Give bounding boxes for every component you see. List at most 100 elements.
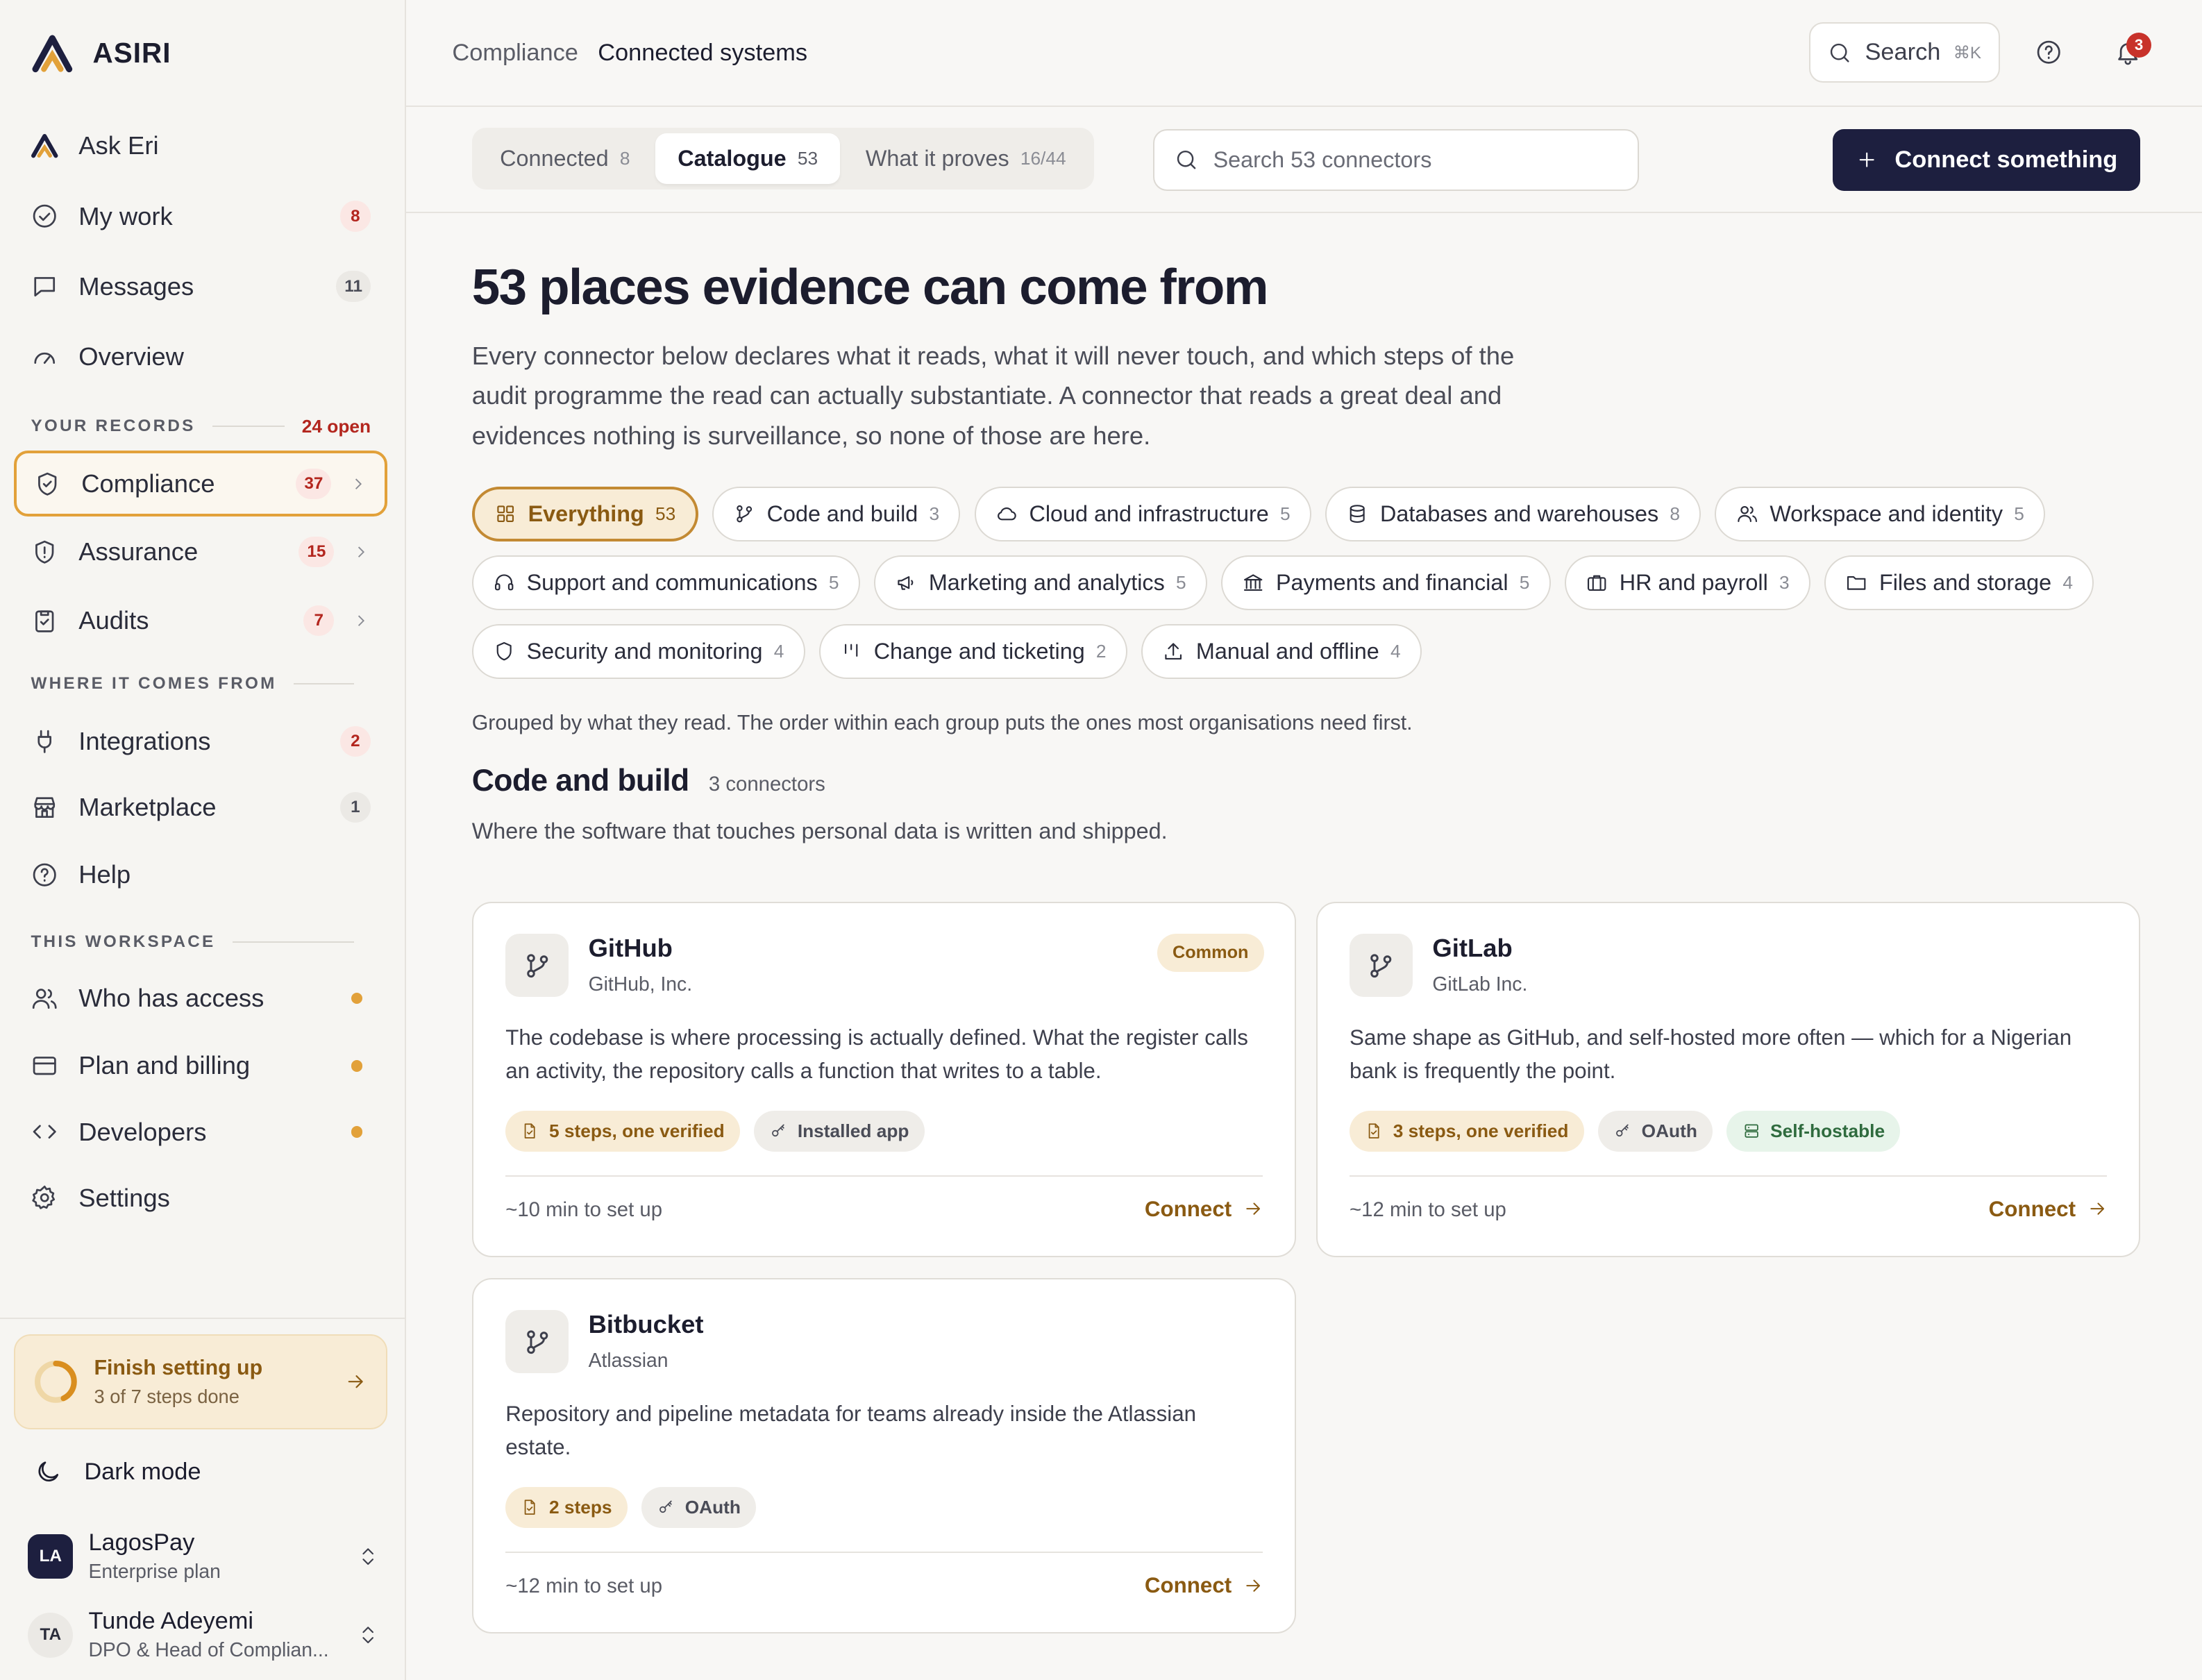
org-plan: Enterprise plan — [88, 1561, 221, 1584]
setup-time: ~12 min to set up — [1350, 1198, 1506, 1221]
app-root: ASIRI Ask Eri My work 8 Messages 11 Over… — [0, 0, 2202, 1680]
tab-count: 8 — [619, 148, 630, 169]
connector-description: Same shape as GitHub, and self-hosted mo… — [1350, 1025, 2072, 1084]
sidebar-item-label: Help — [78, 860, 131, 889]
tab-connected[interactable]: Connected 8 — [478, 133, 653, 184]
arrow-right-icon — [1246, 1202, 1261, 1216]
connector-tag: OAuth — [641, 1487, 757, 1528]
user-role: DPO & Head of Complian... — [88, 1639, 329, 1662]
sidebar-item-audits[interactable]: Audits 7 — [14, 590, 387, 652]
connector-search-input[interactable] — [1213, 147, 1618, 174]
card-divider — [1350, 1175, 2107, 1177]
filter-label: Payments and financial — [1275, 570, 1508, 596]
connect-something-button[interactable]: Connect something — [1833, 129, 2141, 192]
attention-dot — [351, 1060, 362, 1072]
sidebar-item-help[interactable]: Help — [14, 844, 387, 906]
grouping-note: Grouped by what they read. The order wit… — [471, 711, 1413, 734]
chevron-right-icon — [358, 546, 364, 557]
sidebar-item-integrations[interactable]: Integrations 2 — [14, 711, 387, 773]
filter-label: HR and payroll — [1619, 570, 1768, 596]
global-search-button[interactable]: Search ⌘K — [1808, 22, 2000, 83]
connector-card-gitlab[interactable]: GitLab GitLab Inc. Same shape as GitHub, a… — [1316, 901, 2141, 1257]
sidebar-item-label: Ask Eri — [78, 131, 159, 160]
help-circle-icon[interactable] — [2035, 38, 2062, 66]
connector-card-github[interactable]: GitHub GitHub, Inc. Common The codebase is … — [471, 901, 1297, 1257]
filter-label: Cloud and infrastructure — [1029, 501, 1269, 526]
filter-chip-payments-and-financial[interactable]: Payments and financial 5 — [1221, 555, 1551, 610]
sidebar-item-assurance[interactable]: Assurance 15 — [14, 521, 387, 583]
code-icon — [33, 1125, 57, 1139]
connector-vendor: GitHub, Inc. — [588, 973, 693, 996]
count-badge: 37 — [296, 468, 332, 500]
user-name: Tunde Adeyemi — [88, 1608, 254, 1635]
filter-chip-change-and-ticketing[interactable]: Change and ticketing 2 — [818, 624, 1127, 680]
dark-mode-toggle[interactable]: Dark mode — [34, 1458, 201, 1486]
sidebar-item-settings[interactable]: Settings — [14, 1167, 387, 1229]
tag-label: Installed app — [797, 1120, 909, 1141]
connector-icon — [505, 934, 569, 998]
tab-catalogue[interactable]: Catalogue 53 — [655, 133, 841, 184]
file-check-icon — [525, 1500, 536, 1515]
filter-chip-workspace-and-identity[interactable]: Workspace and identity 5 — [1715, 487, 2046, 541]
connect-button[interactable]: Connect — [1145, 1197, 1264, 1222]
sidebar-item-ask-eri[interactable]: Ask Eri — [14, 115, 387, 177]
tab-label: What it proves — [865, 146, 1009, 171]
filter-label: Change and ticketing — [873, 639, 1085, 664]
connector-tag: 2 steps — [505, 1487, 628, 1528]
tab-what-it-proves[interactable]: What it proves 16/44 — [843, 133, 1089, 184]
filter-chip-hr-and-payroll[interactable]: HR and payroll 3 — [1564, 555, 1810, 610]
filter-count: 5 — [1519, 572, 1530, 594]
setup-time: ~12 min to set up — [505, 1574, 663, 1597]
connector-card-bitbucket[interactable]: Bitbucket Atlassian Repository and pipelin… — [471, 1277, 1297, 1633]
key-icon — [772, 1124, 785, 1137]
brand[interactable]: ASIRI — [31, 34, 171, 74]
sidebar-item-messages[interactable]: Messages 11 — [14, 255, 387, 317]
finish-setup-card[interactable]: Finish setting up 3 of 7 steps done — [14, 1334, 388, 1430]
attention-dot — [351, 1126, 362, 1138]
connector-tag: 3 steps, one verified — [1350, 1111, 1584, 1152]
connector-search-box — [1152, 129, 1639, 192]
filter-label: Workspace and identity — [1770, 501, 2003, 526]
sidebar-item-my-work[interactable]: My work 8 — [14, 185, 387, 247]
dark-mode-label: Dark mode — [84, 1458, 201, 1485]
user-menu[interactable]: TA Tunde Adeyemi DPO & Head of Complian.… — [28, 1608, 379, 1662]
clipboard-check-icon — [35, 610, 54, 632]
sidebar-item-who-has-access[interactable]: Who has access — [14, 968, 387, 1030]
megaphone-icon — [898, 576, 914, 591]
filter-chip-marketing-and-analytics[interactable]: Marketing and analytics 5 — [874, 555, 1207, 610]
filter-chip-support-and-communications[interactable]: Support and communications 5 — [471, 555, 860, 610]
connect-button[interactable]: Connect — [1989, 1197, 2108, 1222]
filter-count: 5 — [1279, 503, 1291, 524]
connect-label: Connect — [1144, 1572, 1232, 1597]
notification-count-badge: 3 — [2126, 32, 2152, 58]
filter-chip-files-and-storage[interactable]: Files and storage 4 — [1824, 555, 2094, 610]
filter-chip-security-and-monitoring[interactable]: Security and monitoring 4 — [471, 624, 805, 680]
page-title: 53 places evidence can come from — [471, 259, 1269, 316]
filter-label: Marketing and analytics — [928, 570, 1165, 596]
sidebar-item-label: Settings — [78, 1183, 170, 1212]
filter-chip-databases-and-warehouses[interactable]: Databases and warehouses 8 — [1325, 487, 1701, 541]
sidebar-item-label: Compliance — [81, 469, 215, 498]
sidebar-item-developers[interactable]: Developers — [14, 1101, 387, 1163]
breadcrumb-compliance[interactable]: Compliance — [452, 40, 578, 67]
sidebar-item-plan-and-billing[interactable]: Plan and billing — [14, 1035, 387, 1097]
org-switcher[interactable]: LA LagosPay Enterprise plan — [28, 1529, 379, 1584]
connect-button[interactable]: Connect — [1145, 1573, 1264, 1598]
card-divider — [505, 1552, 1263, 1554]
chevron-right-icon — [358, 615, 364, 626]
connector-tag: Self-hostable — [1726, 1111, 1901, 1152]
filter-chip-manual-and-offline[interactable]: Manual and offline 4 — [1141, 624, 1422, 680]
database-icon — [1350, 505, 1365, 523]
sidebar-item-marketplace[interactable]: Marketplace 1 — [14, 777, 387, 839]
filter-count: 5 — [828, 572, 839, 594]
filter-chip-cloud-and-infrastructure[interactable]: Cloud and infrastructure 5 — [974, 487, 1311, 541]
catalogue-content: 53 places evidence can come from Every c… — [471, 258, 2143, 844]
git-branch-icon — [526, 1330, 548, 1354]
filter-chip-everything[interactable]: Everything 53 — [471, 487, 698, 541]
sidebar-item-overview[interactable]: Overview — [14, 326, 387, 387]
sidebar-item-compliance[interactable]: Compliance 37 — [14, 451, 388, 517]
asiri-logo-icon — [32, 35, 72, 72]
users-icon — [33, 989, 58, 1009]
grid-icon — [497, 505, 514, 523]
filter-chip-code-and-build[interactable]: Code and build 3 — [712, 487, 961, 541]
